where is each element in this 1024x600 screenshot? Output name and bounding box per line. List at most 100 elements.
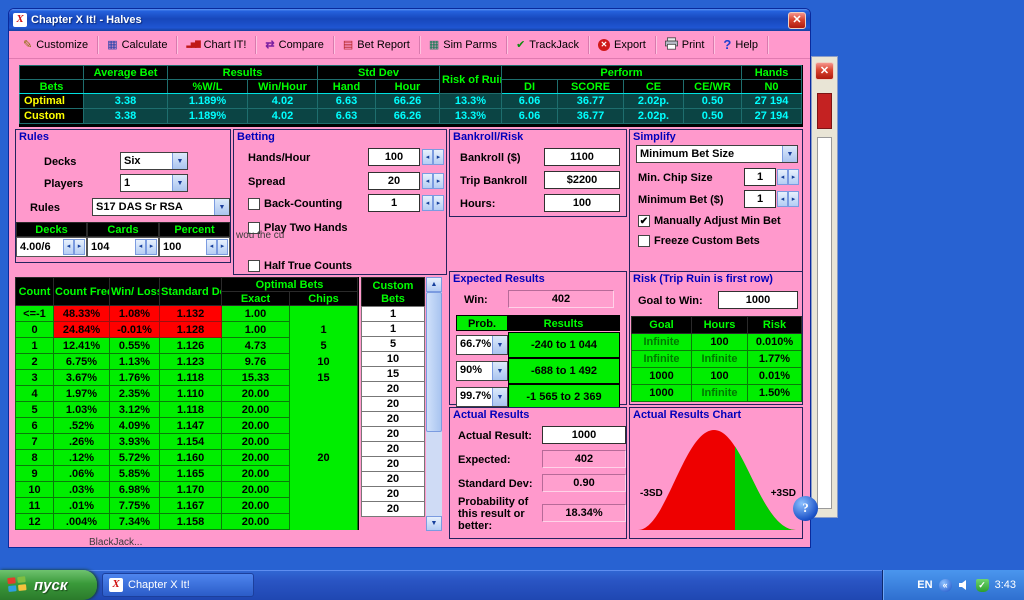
hide-icons-icon[interactable]: « [939,579,952,592]
spin-left-button[interactable]: ◂ [422,173,433,189]
probability-select[interactable]: 66.7%▼ [456,335,508,355]
actual-result-input[interactable]: 1000 [542,426,626,444]
volume-icon[interactable] [958,579,970,591]
trip-bankroll-input[interactable]: $2200 [544,171,620,189]
manually-adjust-min-bet-checkbox[interactable] [638,215,650,227]
toolbar-button-label: Help [735,39,758,51]
spin-right-button[interactable]: ▸ [433,149,444,165]
scroll-thumb[interactable] [426,292,442,432]
toolbar-button-export[interactable]: ✕Export [590,35,654,55]
toolbar-button-sim-parms[interactable]: ▦Sim Parms [421,35,505,55]
expected-label: Expected: [458,454,511,466]
close-button[interactable]: ✕ [788,12,806,29]
spread-input[interactable]: 20 [368,172,420,190]
toolbar-button-bet-report[interactable]: ▤Bet Report [335,35,418,55]
spin-left-button[interactable]: ◂ [422,195,433,211]
toolbar-button-compare[interactable]: ⇄Compare [257,35,331,55]
spin-right-button[interactable]: ▸ [433,195,444,211]
bell-curve-chart [632,422,802,534]
toolbar-button-chart-it[interactable]: ▂▅▇Chart IT! [178,35,254,55]
custom-bet-cell[interactable]: 20 [361,426,425,442]
custom-bet-cell[interactable]: 1 [361,321,425,337]
spin-right-button[interactable]: ▸ [74,239,85,255]
arrow-right-icon: ▸ [221,238,225,256]
custom-bet-cell[interactable]: 20 [361,486,425,502]
toolbar-separator [419,36,420,54]
taskbar-task-button[interactable]: X Chapter X It! [102,573,254,597]
custom-bet-cell[interactable]: 1 [361,306,425,322]
simplify-mode-select[interactable]: Minimum Bet Size▼ [636,145,798,163]
rules-select[interactable]: S17 DAS Sr RSA▼ [92,198,230,216]
toolbar-button-label: Chart IT! [204,39,247,51]
titlebar[interactable]: X Chapter X It! - Halves ✕ [9,9,810,31]
toolbar-button-print[interactable]: Print [657,33,713,57]
windows-logo-icon [7,576,29,594]
spin-right-button[interactable]: ▸ [433,173,444,189]
bets-row: 7.26%3.93%1.15420.00 [16,434,358,450]
players-select[interactable]: 1▼ [120,174,188,192]
simplify-panel: Simplify Minimum Bet Size▼ Min. Chip Siz… [629,129,803,275]
min-chip-size-input[interactable]: 1 [744,168,776,186]
chart-panel: Actual Results Chart -3SD +3SD [629,407,803,539]
goal-to-win-input[interactable]: 1000 [718,291,798,309]
toolbar-button-label: Print [682,39,705,51]
custom-bet-cell[interactable]: 20 [361,441,425,457]
language-indicator[interactable]: EN [917,579,932,591]
minimum-bet-input[interactable]: 1 [744,190,776,208]
background-scrollbar[interactable] [817,137,832,509]
freeze-custom-bets-checkbox[interactable] [638,235,650,247]
start-button[interactable]: пуск [0,570,97,600]
spin-left-button[interactable]: ◂ [135,239,146,255]
spin-left-button[interactable]: ◂ [777,169,788,185]
half-true-counts-checkbox[interactable] [248,260,260,272]
hands-hour-label: Hands/Hour [248,152,310,164]
back-counting-checkbox[interactable] [248,198,260,210]
simplify-panel-title: Simplify [633,131,676,143]
toolbar-button-help[interactable]: ?Help [715,35,766,55]
custom-bet-cell[interactable]: 15 [361,366,425,382]
security-shield-icon[interactable]: ✓ [976,579,989,592]
arrow-left-icon: ◂ [781,195,785,203]
spin-left-button[interactable]: ◂ [206,239,217,255]
custom-bet-cell[interactable]: 20 [361,396,425,412]
custom-bet-cell[interactable]: 20 [361,501,425,517]
spin-right-button[interactable]: ▸ [788,169,799,185]
hours-input[interactable]: 100 [544,194,620,212]
spin-left-button[interactable]: ◂ [777,191,788,207]
standard-dev-value: 0.90 [542,474,626,492]
toolbar-button-trackjack[interactable]: ✔TrackJack [508,35,587,55]
toolbar-button-calculate[interactable]: ▦Calculate [99,35,175,55]
dropdown-arrow-icon: ▼ [172,153,187,169]
custom-bet-cell[interactable]: 5 [361,336,425,352]
betting-panel-title: Betting [237,131,275,143]
custom-bet-cell[interactable]: 20 [361,456,425,472]
custom-bets-scrollbar[interactable]: ▲ ▼ [426,277,442,531]
scroll-down-button[interactable]: ▼ [426,516,442,531]
spin-right-button[interactable]: ▸ [146,239,157,255]
scroll-up-button[interactable]: ▲ [426,277,442,292]
decks-value-cell[interactable]: 4.00/6 ◂▸ [16,237,87,257]
custom-bet-cell[interactable]: 20 [361,411,425,427]
probability-select[interactable]: 99.7%▼ [456,387,508,407]
goal-to-win-label: Goal to Win: [638,295,703,307]
back-counting-input[interactable]: 1 [368,194,420,212]
custom-bet-cell[interactable]: 10 [361,351,425,367]
decks-select[interactable]: Six▼ [120,152,188,170]
bankroll-input[interactable]: 1100 [544,148,620,166]
hands-hour-input[interactable]: 100 [368,148,420,166]
custom-bet-cell[interactable]: 20 [361,381,425,397]
cards-value-cell[interactable]: 104 ◂▸ [87,237,159,257]
risk-grid: GoalHoursRiskInfinite1000.010%InfiniteIn… [631,316,802,402]
spin-left-button[interactable]: ◂ [422,149,433,165]
probability-select[interactable]: 90%▼ [456,361,508,381]
spin-right-button[interactable]: ▸ [217,239,228,255]
minimum-bet-label: Minimum Bet ($) [638,194,724,206]
custom-bet-cell[interactable]: 20 [361,471,425,487]
background-close-button[interactable]: ✕ [815,62,834,80]
toolbar-separator [713,36,714,54]
percent-value-cell[interactable]: 100 ◂▸ [159,237,230,257]
toolbar-button-customize[interactable]: ✎Customize [15,35,96,55]
spin-left-button[interactable]: ◂ [63,239,74,255]
help-orb-icon[interactable]: ? [793,496,818,521]
spin-right-button[interactable]: ▸ [788,191,799,207]
